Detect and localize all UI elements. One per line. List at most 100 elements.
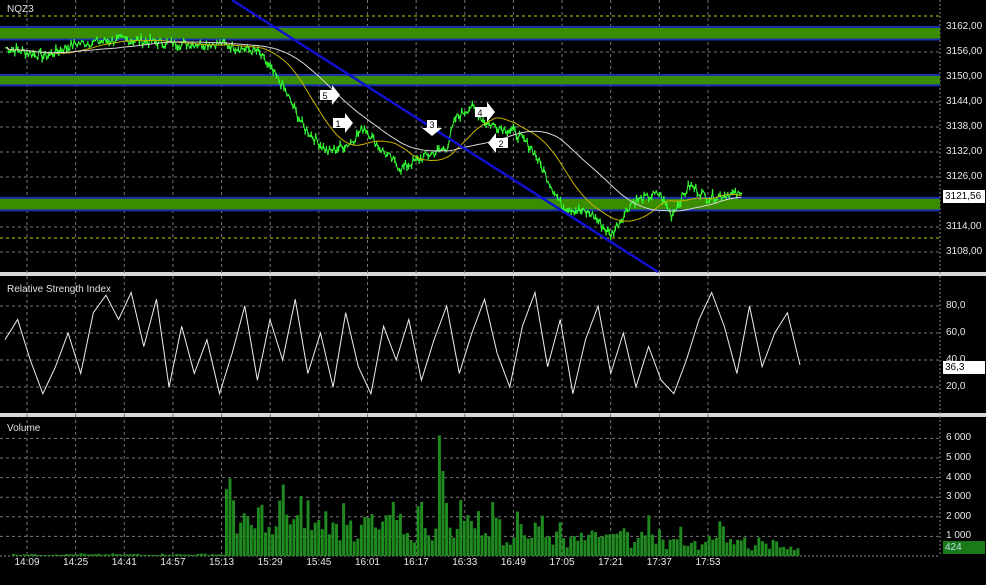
volume-bar (359, 524, 363, 556)
volume-bar (796, 548, 800, 556)
volume-bar (413, 542, 417, 556)
volume-bar (530, 537, 534, 556)
volume-bar (100, 554, 104, 556)
volume-bar (26, 554, 30, 556)
time-tick: 17:53 (695, 557, 721, 568)
volume-bar (409, 539, 413, 556)
volume-bar (65, 553, 69, 556)
signal-marker-label: 3 (429, 120, 434, 130)
volume-bar (104, 554, 108, 556)
volume-bar (665, 548, 669, 556)
volume-bar (29, 554, 33, 556)
volume-bar (310, 530, 314, 556)
volume-bar (256, 507, 260, 556)
volume-bar (615, 533, 619, 556)
volume-bar (377, 529, 381, 556)
volume-bar (441, 471, 445, 556)
time-tick: 14:57 (160, 557, 186, 568)
volume-bar (675, 539, 679, 556)
volume-bar (232, 500, 236, 556)
volume-bar (122, 554, 125, 556)
volume-bar (267, 526, 271, 556)
volume-tick: 2 000 (946, 510, 972, 522)
volume-bar (647, 515, 651, 556)
volume-bar (697, 549, 701, 556)
volume-tick: 6 000 (946, 432, 972, 444)
volume-bar (473, 528, 477, 556)
volume-bar (125, 554, 129, 556)
signal-marker-label: 2 (498, 139, 503, 149)
volume-bar (217, 554, 221, 556)
volume-bar (224, 489, 228, 556)
volume-bar (622, 528, 626, 556)
volume-bar (682, 545, 686, 556)
trendline (231, 0, 659, 274)
time-tick: 17:05 (549, 557, 575, 568)
volume-bar (93, 554, 97, 556)
volume-panel-title: Volume (7, 423, 41, 434)
volume-bar (214, 554, 218, 556)
volume-bar (171, 554, 175, 556)
current-volume-tag: 424 (943, 541, 985, 554)
volume-bar (480, 535, 484, 556)
volume-bar (650, 534, 654, 556)
volume-bar (729, 539, 732, 556)
volume-bar (246, 516, 250, 556)
volume-bar (406, 532, 409, 556)
trading-chart[interactable]: 5 1 3 2 4 (0, 0, 986, 585)
price-tick: 3162,00 (946, 21, 983, 32)
volume-bar (562, 538, 566, 556)
price-tick: 3114,00 (946, 221, 982, 232)
volume-bar (58, 554, 62, 556)
volume-bar (547, 536, 551, 556)
volume-bar (12, 553, 15, 556)
volume-bar (583, 540, 587, 556)
volume-bar (196, 553, 200, 556)
volume-bar (15, 554, 19, 556)
time-tick: 14:09 (14, 557, 40, 568)
volume-bar (203, 553, 207, 556)
volume-bar (288, 524, 292, 556)
volume-bar (736, 539, 740, 556)
volume-bar (505, 542, 509, 556)
volume-bar (391, 501, 395, 556)
volume-bar (185, 554, 189, 556)
signal-marker-label: 4 (477, 108, 482, 118)
volume-bar (349, 520, 353, 556)
volume-bar (792, 550, 796, 556)
fast-moving-average (5, 39, 742, 222)
volume-bar (487, 536, 491, 556)
volume-bar (189, 555, 193, 556)
volume-bar (704, 541, 708, 556)
volume-bar (533, 522, 537, 556)
volume-bar (523, 535, 527, 556)
volume-bar (452, 537, 456, 556)
volume-bar (182, 554, 186, 556)
volume-bar (107, 554, 111, 556)
volume-bar (555, 531, 559, 556)
volume-bar (775, 541, 779, 556)
volume-bar (512, 537, 516, 556)
volume-bar (207, 554, 211, 556)
volume-bar (757, 537, 761, 556)
volume-bar (75, 554, 79, 556)
volume-bar (455, 528, 459, 556)
volume-bar (629, 547, 633, 556)
volume-bar (430, 540, 434, 556)
volume-bar (384, 515, 388, 556)
volume-bar (324, 511, 328, 556)
volume-bar (114, 554, 118, 556)
volume-bar (306, 500, 310, 556)
volume-bar (654, 543, 658, 556)
volume-bar (572, 536, 576, 556)
volume-bar (40, 555, 44, 556)
volume-bar (597, 536, 601, 556)
volume-bar (579, 532, 583, 556)
volume-bar (516, 511, 519, 556)
signal-marker-label: 5 (322, 91, 327, 101)
volume-bar (264, 532, 267, 556)
volume-bar (743, 537, 747, 556)
volume-bar (693, 541, 697, 556)
volume-bar (249, 524, 253, 556)
volume-bar (508, 544, 512, 556)
